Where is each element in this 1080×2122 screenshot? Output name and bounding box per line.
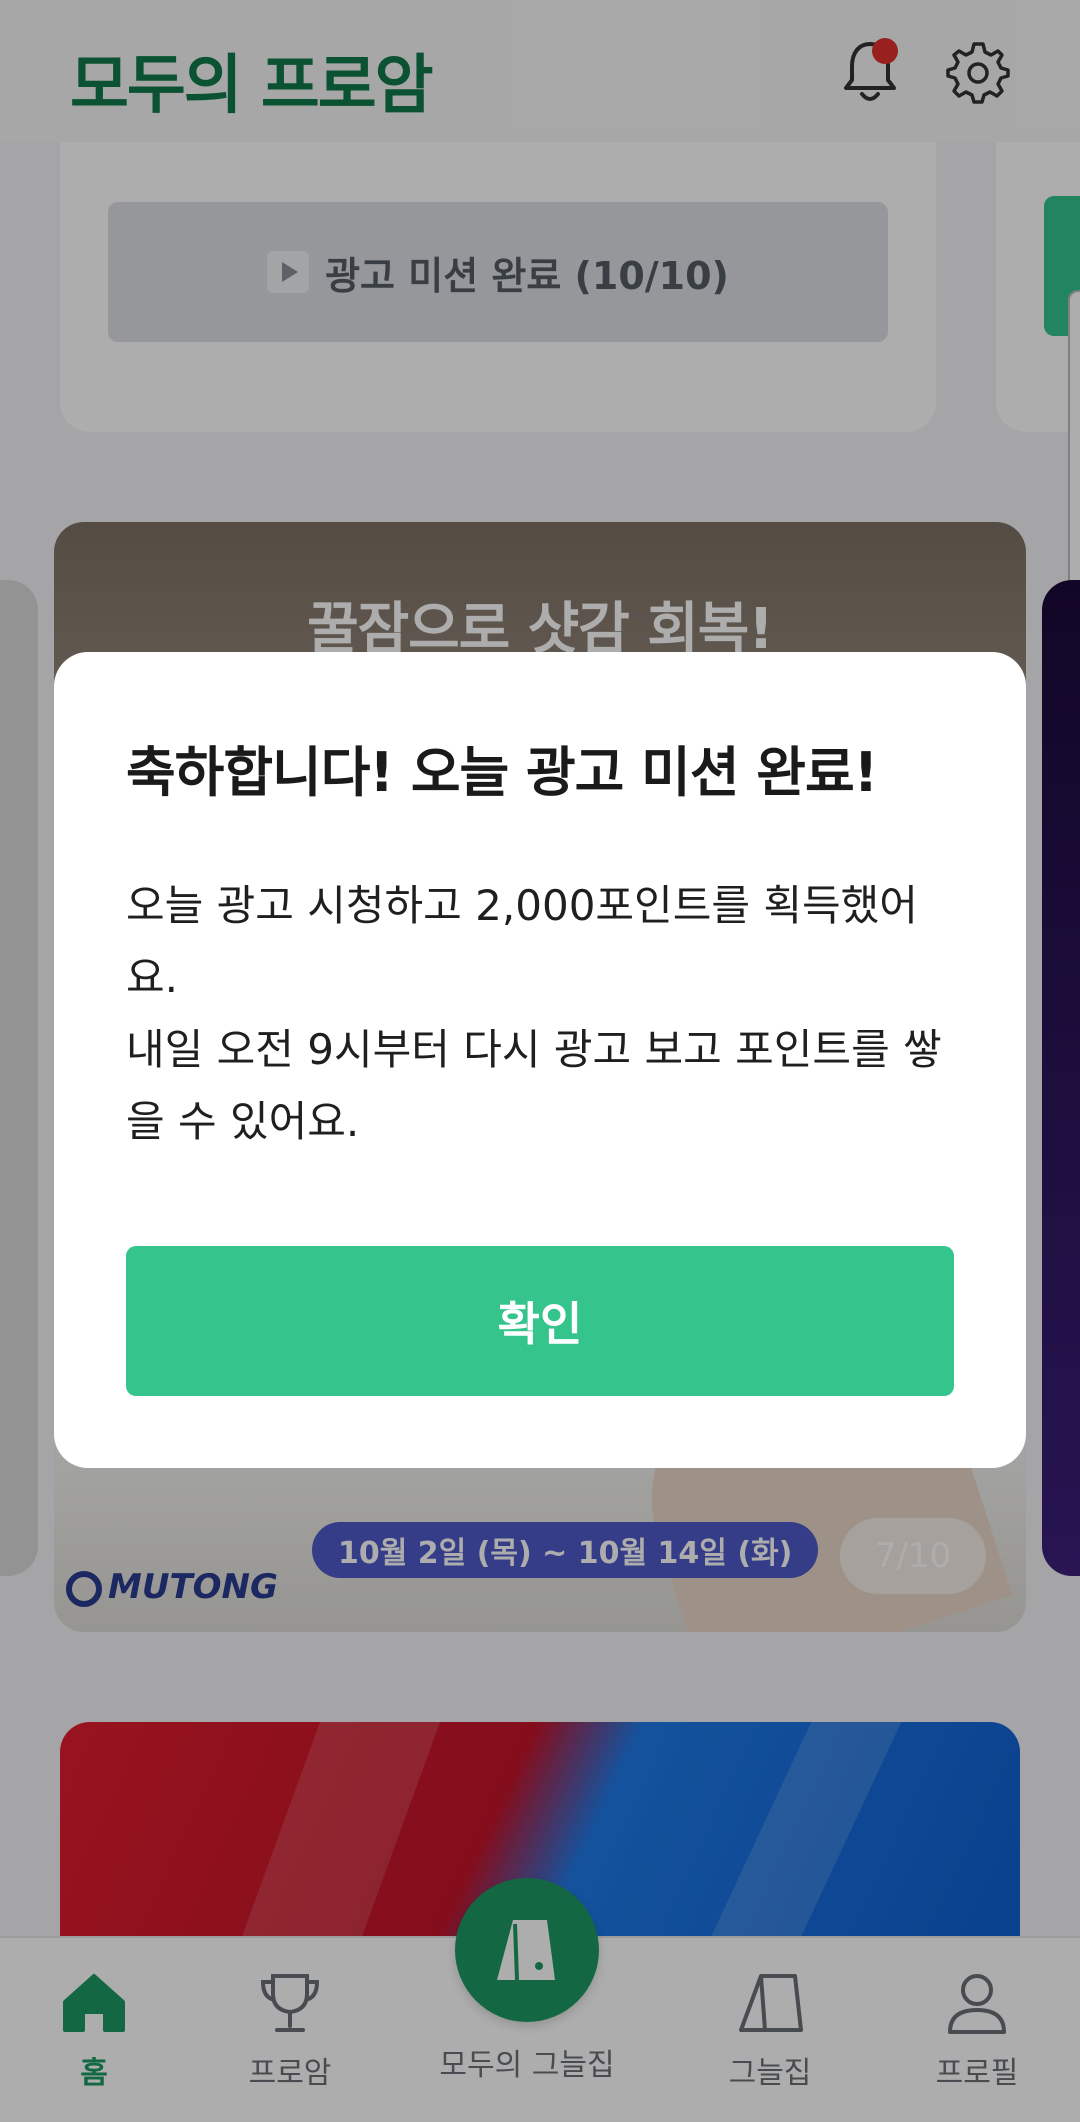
dialog-body-line: 내일 오전 9시부터 다시 광고 보고 포인트를 쌓을 수 있어요. [126,1025,942,1146]
dialog-body: 오늘 광고 시청하고 2,000포인트를 획득했어요. 내일 오전 9시부터 다… [126,870,966,1158]
dialog-title: 축하합니다! 오늘 광고 미션 완료! [126,741,878,804]
mission-complete-dialog: 축하합니다! 오늘 광고 미션 완료! 오늘 광고 시청하고 2,000포인트를… [54,652,1026,1468]
dialog-body-line: 오늘 광고 시청하고 2,000포인트를 획득했어요. [126,881,918,1002]
confirm-button[interactable]: 확인 [126,1246,954,1396]
